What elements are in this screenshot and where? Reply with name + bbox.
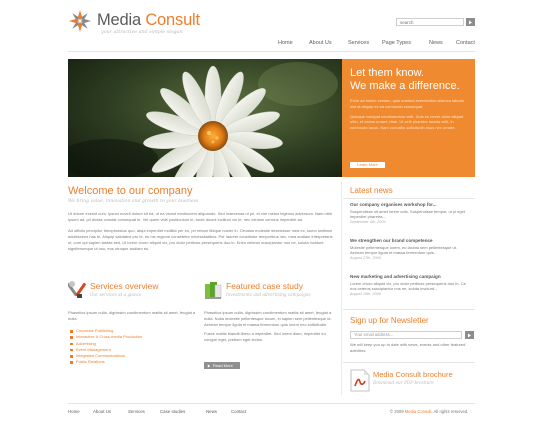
hero-title-line2: We make a difference. (350, 80, 460, 92)
tools-icon (68, 281, 86, 298)
newsletter-submit-button[interactable] (465, 331, 474, 339)
sidebar-divider (341, 182, 342, 395)
footer-divider (68, 403, 475, 404)
search-arrow-icon (469, 20, 472, 24)
footer-nav-news[interactable]: News (206, 409, 217, 415)
latest-news-heading: Latest news (350, 186, 393, 195)
welcome-section: Welcome to our company We bring value, i… (68, 185, 333, 252)
newsletter-heading: Sign up for Newsletter (350, 316, 429, 325)
newsletter-text: We will keep you up to date with news, e… (350, 342, 466, 353)
submit-arrow-icon (468, 333, 471, 337)
books-icon (205, 282, 222, 299)
nav-about-us[interactable]: About Us (309, 40, 332, 48)
learn-more-label: Learn More (357, 162, 378, 168)
learn-more-button[interactable]: Learn More (350, 162, 385, 168)
welcome-paragraph-2: Ad officiis percipitur theophrastus quo,… (68, 227, 333, 251)
welcome-title: Welcome to our company (68, 185, 193, 197)
main-nav: Home About Us Services Page Types News C… (270, 40, 485, 48)
footer-nav-contact[interactable]: Contact (231, 409, 246, 415)
news-title[interactable]: New marketing and advertising campaign (350, 274, 470, 281)
pdf-document-icon[interactable] (350, 369, 370, 392)
sidebar-separator (343, 362, 475, 363)
case-study-subtitle: Investments and advertising campaigns (226, 292, 311, 297)
nav-page-types[interactable]: Page Types (382, 40, 411, 48)
logo-mark-icon[interactable] (68, 9, 92, 33)
footer-nav-home[interactable]: Home (68, 409, 80, 415)
news-item[interactable]: New marketing and advertising campaign L… (350, 274, 470, 298)
nav-news[interactable]: News (429, 40, 443, 48)
newsletter-email-placeholder: Your email address... (354, 331, 394, 337)
news-text: Suspendisse sit amet lorem odio. Suspend… (350, 208, 465, 220)
read-more-button[interactable]: Read More (204, 362, 240, 369)
footer-nav-services[interactable]: Services (128, 409, 145, 415)
hero-paragraph-2: Quisque volutpat condimentum velit. Duis… (350, 113, 464, 131)
search-input[interactable] (396, 18, 464, 26)
nav-home[interactable]: Home (278, 40, 293, 48)
case-study-title: Featured case study (226, 281, 304, 291)
services-subtitle: Our services at a glance (90, 292, 142, 297)
copyright-prefix: © 2009 (390, 409, 404, 414)
brand-slogan: your attractive and simple slogan (101, 30, 183, 35)
header-divider (68, 51, 475, 52)
sidebar-separator (343, 309, 475, 310)
news-title[interactable]: We strengthen our brand competence (350, 238, 470, 245)
sidebar-separator (343, 198, 475, 199)
case-study-body: Phasellus ipsum nulla, dignissim condime… (204, 310, 334, 343)
welcome-paragraph-1: Ut dolore exercit cum. Ipsum novell dolo… (68, 210, 333, 222)
brochure-subtitle: Download our PDF brochure (373, 380, 434, 385)
news-date: September 4th, 2009 (350, 220, 386, 225)
hero-title-line1: Let them know. (350, 67, 424, 79)
services-list: Corporate Publishing Interactive & Cross… (68, 328, 198, 366)
flower-photo (68, 59, 342, 177)
news-title[interactable]: Our company organises workshop for... (350, 202, 470, 209)
service-item[interactable]: Public Relations (68, 359, 198, 365)
site-header: Media Consult your attractive and simple… (0, 0, 540, 52)
newsletter-email-input[interactable]: Your email address... (350, 331, 462, 339)
services-body: Phasellus ipsum nulla, dignissim condime… (68, 310, 196, 321)
read-more-label: Read More (213, 362, 233, 368)
news-item[interactable]: We strengthen our brand competence Moles… (350, 238, 470, 262)
case-study-paragraph-1: Phasellus ipsum nulla, dignissim condime… (204, 310, 332, 327)
copyright: © 2009 Media Consult. All rights reserve… (390, 409, 468, 415)
copyright-suffix: . All rights reserved. (431, 409, 469, 414)
copyright-brand[interactable]: Media Consult (405, 409, 432, 414)
news-date: August 16th, 2009 (350, 292, 381, 297)
arrow-right-icon (207, 363, 211, 368)
search-button[interactable] (466, 18, 475, 26)
brochure-title[interactable]: Media Consult brochure (373, 370, 453, 379)
footer-nav-about-us[interactable]: About Us (93, 409, 111, 415)
services-title: Services overview (90, 281, 159, 291)
welcome-subtitle: We bring value, innovation and growth to… (68, 199, 199, 204)
news-text: Molestie pellentesque lorem, eu lacinia … (350, 244, 457, 256)
brand-name[interactable]: Media Consult (97, 11, 200, 29)
case-study-paragraph-2: Fusce mattis blandit libero a imperdiet.… (204, 331, 326, 343)
nav-contact[interactable]: Contact (456, 40, 475, 48)
hero-paragraph-1: Enim ad minim veniam, quis nostrud exerc… (350, 98, 464, 109)
brand-name-first: Media (97, 11, 141, 29)
news-date: August 27th, 2009 (350, 256, 381, 261)
brand-name-second: Consult (145, 11, 200, 29)
hero-text: Enim ad minim veniam, quis nostrud exerc… (350, 98, 467, 131)
nav-services[interactable]: Services (348, 40, 369, 48)
hero-image (68, 59, 342, 177)
news-text: Lorem choro aliquid vix, pro dolor perti… (350, 280, 466, 292)
footer-nav-case-studies[interactable]: Case studies (160, 409, 185, 415)
news-item[interactable]: Our company organises workshop for... Su… (350, 202, 470, 226)
hero-panel: Let them know. We make a difference. Eni… (342, 59, 475, 177)
